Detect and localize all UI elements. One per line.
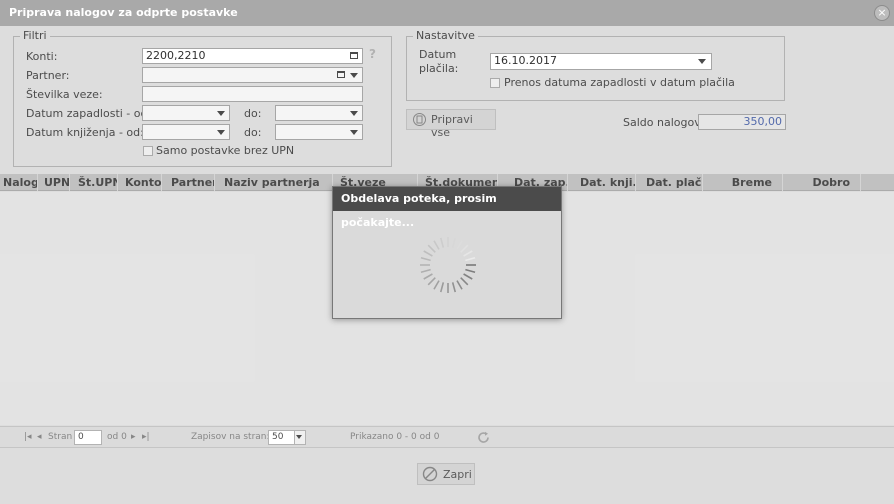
- loading-dialog: Obdelava poteka, prosim počakajte...: [332, 186, 562, 319]
- dialog-title: Priprava nalogov za odprte postavke: [0, 0, 894, 26]
- spinner-icon: [420, 237, 476, 293]
- loading-message: Obdelava poteka, prosim počakajte...: [333, 187, 561, 229]
- close-icon[interactable]: ×: [874, 5, 890, 21]
